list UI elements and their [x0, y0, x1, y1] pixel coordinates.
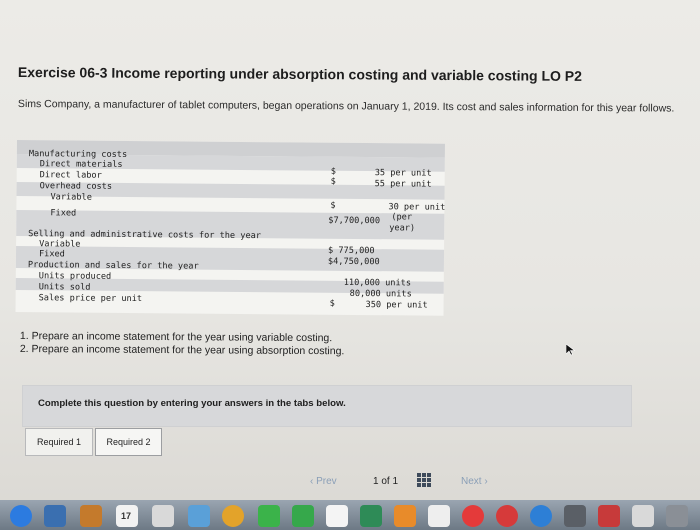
pages-icon[interactable] — [428, 505, 450, 527]
units-sold-value: 80,000 units — [349, 288, 412, 300]
keynote-icon[interactable] — [394, 505, 416, 527]
safari-icon[interactable] — [10, 505, 32, 527]
app-icon[interactable] — [80, 505, 102, 527]
overhead-variable-label: Variable — [50, 192, 92, 203]
calendar-icon[interactable]: 17 — [116, 505, 138, 527]
settings-icon[interactable] — [564, 505, 586, 527]
direct-materials-dollar: $ — [330, 166, 336, 177]
pagination: ‹ Prev 1 of 1 Next › — [300, 473, 550, 493]
units-sold-label: Units sold — [38, 282, 91, 293]
trash-icon[interactable] — [666, 505, 688, 527]
app-store-icon[interactable] — [530, 505, 552, 527]
direct-labor-dollar: $ — [330, 176, 336, 187]
facetime-icon[interactable] — [292, 505, 314, 527]
finder-icon[interactable] — [44, 505, 66, 527]
selling-variable-label: Variable — [39, 239, 81, 250]
overhead-costs-label: Overhead costs — [39, 181, 113, 192]
prev-label: Prev — [316, 476, 337, 487]
notes-icon[interactable] — [152, 505, 174, 527]
question-list: 1. Prepare an income statement for the y… — [20, 330, 345, 358]
production-sales-label: Production and sales for the year — [27, 260, 199, 272]
news-icon[interactable] — [462, 505, 484, 527]
tab-required-1[interactable]: Required 1 — [25, 428, 93, 456]
selling-fixed-label: Fixed — [38, 249, 65, 260]
overhead-fixed-per: (per — [391, 212, 413, 223]
overhead-variable-value: 30 per unit — [388, 202, 446, 213]
grid-view-icon[interactable] — [417, 473, 431, 487]
app-icon-2[interactable] — [598, 505, 620, 527]
direct-materials-label: Direct materials — [39, 159, 123, 170]
calendar-day: 17 — [121, 511, 132, 521]
dock: 17 — [0, 500, 700, 530]
music-icon[interactable] — [496, 505, 518, 527]
photos-icon[interactable] — [222, 505, 244, 527]
overhead-fixed-label: Fixed — [50, 208, 77, 219]
sales-price-value: 350 per unit — [365, 300, 428, 311]
direct-labor-label: Direct labor — [39, 170, 102, 181]
overhead-fixed-year: year) — [389, 223, 416, 234]
direct-materials-value: 35 per unit — [374, 168, 432, 179]
sales-price-dollar: $ — [329, 298, 335, 309]
next-label: Next — [461, 476, 482, 487]
exercise-title: Exercise 06-3 Income reporting under abs… — [17, 64, 583, 84]
overhead-fixed-value: $7,700,000 — [328, 215, 381, 227]
units-produced-label: Units produced — [38, 271, 112, 282]
direct-labor-value: 55 per unit — [374, 179, 432, 190]
textedit-icon[interactable] — [326, 505, 348, 527]
page-indicator: 1 of 1 — [373, 476, 399, 487]
instruction-banner: Complete this question by entering your … — [22, 385, 632, 427]
selling-variable-value: $ 775,000 — [328, 245, 375, 257]
intro-paragraph: Sims Company, a manufacturer of tablet c… — [17, 98, 675, 115]
question-2: 2. Prepare an income statement for the y… — [19, 342, 345, 358]
tab-required-2[interactable]: Required 2 — [95, 428, 162, 456]
numbers-icon[interactable] — [360, 505, 382, 527]
page: Exercise 06-3 Income reporting under abs… — [0, 0, 700, 500]
prev-button[interactable]: ‹ Prev — [310, 476, 337, 487]
mouse-cursor-icon — [566, 344, 576, 356]
maps-icon[interactable] — [188, 505, 210, 527]
preview-icon[interactable] — [632, 505, 654, 527]
next-button[interactable]: Next › — [461, 476, 488, 487]
messages-icon[interactable] — [258, 505, 280, 527]
overhead-variable-dollar: $ — [330, 200, 336, 211]
instruction-text: Complete this question by entering your … — [38, 398, 346, 409]
units-produced-value: 110,000 units — [343, 277, 412, 289]
selling-fixed-value: $4,750,000 — [327, 256, 380, 268]
cost-data-table: Manufacturing costs Direct materials $ 3… — [15, 140, 446, 316]
sales-price-label: Sales price per unit — [38, 293, 143, 305]
